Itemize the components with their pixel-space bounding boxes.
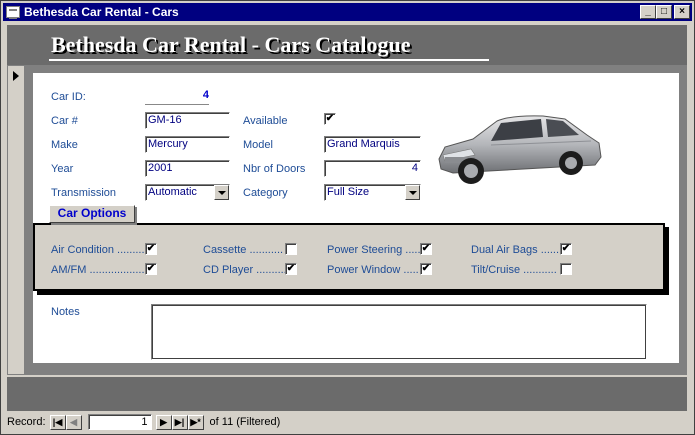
doors-label: Nbr of Doors	[243, 163, 306, 175]
am-fm-checkbox[interactable]: ✔	[145, 263, 157, 275]
transmission-value: Automatic	[148, 186, 197, 198]
header-underline	[49, 59, 489, 61]
option-label: Dual Air Bags ......	[471, 244, 560, 256]
doors-field[interactable]: 4	[324, 160, 421, 177]
form-footer	[7, 377, 687, 411]
detail-section: Car ID: 4 Car # GM-16 Available ✔ Make M…	[25, 65, 687, 375]
car-number-field[interactable]: GM-16	[145, 112, 230, 129]
year-label: Year	[51, 163, 74, 175]
option-label: AM/FM ..................	[51, 264, 145, 276]
transmission-combo[interactable]: Automatic	[145, 184, 230, 201]
transmission-label: Transmission	[51, 187, 116, 199]
record-selector[interactable]	[7, 65, 25, 375]
available-label: Available	[243, 115, 288, 127]
current-record-field[interactable]: 1	[87, 414, 152, 430]
car-id-label: Car ID:	[51, 91, 86, 103]
dual-air-bags-checkbox[interactable]: ✔	[560, 243, 572, 255]
record-navigation-bar: Record: |◀ ◀ 1 ▶ ▶| ▶* of 11 (Filtered)	[7, 413, 687, 431]
next-record-button[interactable]: ▶	[155, 414, 172, 430]
last-record-button[interactable]: ▶|	[171, 414, 188, 430]
window-title: Bethesda Car Rental - Cars	[24, 5, 179, 19]
car-options-tab: Car Options	[49, 205, 135, 223]
car-id-value[interactable]: 4	[145, 89, 209, 105]
minimize-button[interactable]: _	[640, 5, 656, 19]
model-label: Model	[243, 139, 273, 151]
car-details-panel: Car ID: 4 Car # GM-16 Available ✔ Make M…	[33, 73, 679, 363]
notes-field[interactable]	[151, 304, 647, 360]
current-record-arrow-icon	[13, 71, 19, 81]
car-options-group: Air Condition ......... ✔ Cassette .....…	[33, 223, 665, 291]
tilt-cruise-checkbox[interactable]	[560, 263, 572, 275]
make-field[interactable]: Mercury	[145, 136, 230, 153]
option-label: Cassette ...........	[203, 244, 284, 256]
category-value: Full Size	[327, 186, 370, 198]
option-label: CD Player ..........	[203, 264, 287, 276]
power-window-checkbox[interactable]: ✔	[420, 263, 432, 275]
cassette-checkbox[interactable]	[285, 243, 297, 255]
first-record-button[interactable]: |◀	[49, 414, 66, 430]
car-photo	[438, 115, 602, 184]
previous-record-button[interactable]: ◀	[65, 414, 82, 430]
available-checkbox[interactable]: ✔	[324, 113, 336, 125]
option-label: Air Condition .........	[51, 244, 145, 256]
new-record-button[interactable]: ▶*	[187, 414, 204, 430]
record-label: Record:	[7, 416, 46, 428]
app-window: Bethesda Car Rental - Cars _ □ × Bethesd…	[0, 0, 695, 435]
model-field[interactable]: Grand Marquis	[324, 136, 421, 153]
category-combo[interactable]: Full Size	[324, 184, 421, 201]
dropdown-arrow-icon[interactable]	[214, 185, 229, 200]
maximize-button[interactable]: □	[656, 5, 672, 19]
air-condition-checkbox[interactable]: ✔	[145, 243, 157, 255]
option-label: Power Window .....	[327, 264, 419, 276]
power-steering-checkbox[interactable]: ✔	[420, 243, 432, 255]
option-label: Tilt/Cruise ...........	[471, 264, 557, 276]
notes-label: Notes	[51, 306, 80, 318]
option-label: Power Steering .....	[327, 244, 421, 256]
car-number-label: Car #	[51, 115, 78, 127]
form-icon[interactable]	[6, 6, 20, 19]
title-bar: Bethesda Car Rental - Cars _ □ ×	[3, 3, 692, 21]
form-header: Bethesda Car Rental - Cars Catalogue	[7, 25, 687, 65]
record-count: of 11 (Filtered)	[209, 416, 281, 428]
category-label: Category	[243, 187, 288, 199]
close-button[interactable]: ×	[674, 5, 690, 19]
year-field[interactable]: 2001	[145, 160, 230, 177]
make-label: Make	[51, 139, 78, 151]
dropdown-arrow-icon[interactable]	[405, 185, 420, 200]
cd-player-checkbox[interactable]: ✔	[285, 263, 297, 275]
header-title: Bethesda Car Rental - Cars Catalogue	[51, 32, 411, 57]
